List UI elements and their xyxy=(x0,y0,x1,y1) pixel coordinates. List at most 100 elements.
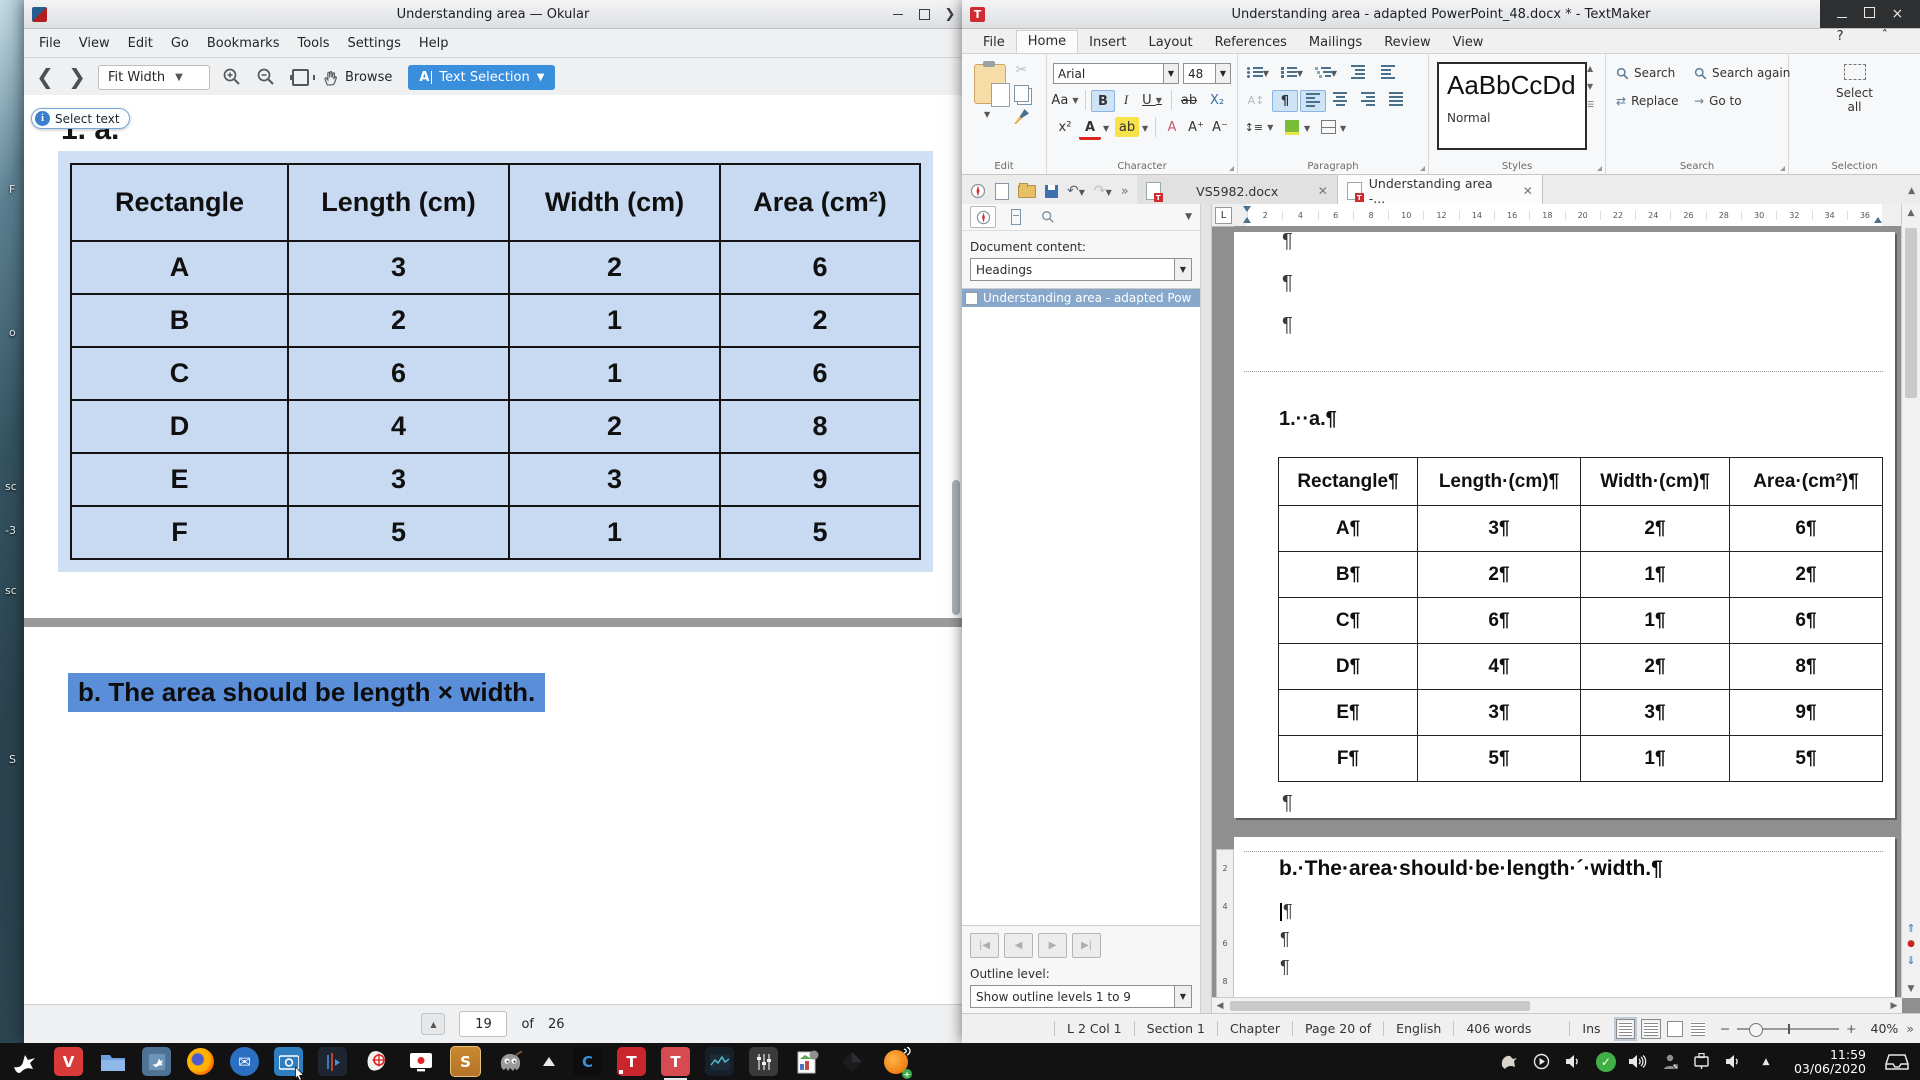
okular-scrollbar-thumb[interactable] xyxy=(952,480,960,615)
tab-home[interactable]: Home xyxy=(1016,30,1078,53)
maximize-button[interactable] xyxy=(918,8,930,20)
menu-view[interactable]: View xyxy=(70,32,119,55)
next-object-button[interactable]: ⇓ xyxy=(1902,953,1920,968)
style-scroll-down-icon[interactable]: ▼ xyxy=(1587,82,1594,91)
content-type-select[interactable]: Headings ▼ xyxy=(970,258,1192,281)
sidebar-tab-search[interactable] xyxy=(1036,207,1060,227)
volume-loud-icon[interactable] xyxy=(1628,1052,1648,1072)
vertical-scrollbar[interactable]: ▲ ⇑ ● ⇓ ▼ xyxy=(1901,204,1920,998)
gimp-icon[interactable] xyxy=(496,1047,525,1076)
font-size-select[interactable]: 48 ▼ xyxy=(1183,63,1231,84)
subscript-button[interactable]: X₂ xyxy=(1205,90,1229,110)
screen-recorder-icon[interactable] xyxy=(406,1047,435,1076)
redo-icon[interactable]: ↷▼ xyxy=(1094,183,1112,199)
media-editor-icon[interactable] xyxy=(318,1047,347,1076)
bullet-list-button[interactable]: ▼ xyxy=(1244,63,1272,83)
tab-references[interactable]: References xyxy=(1204,32,1298,53)
dark-c-app-icon[interactable]: C xyxy=(573,1047,602,1076)
change-case-button[interactable]: Aa ▼ xyxy=(1052,90,1078,110)
textmaker-window-2-icon[interactable]: T xyxy=(661,1047,690,1076)
microphone-muted-icon[interactable] xyxy=(1660,1052,1680,1072)
select-all-button[interactable]: Select all xyxy=(1789,64,1920,114)
right-indent-marker[interactable] xyxy=(1874,217,1882,223)
scroll-left-icon[interactable]: ◀ xyxy=(1212,1001,1228,1011)
textmaker-titlebar[interactable]: T Understanding area - adapted PowerPoin… xyxy=(962,0,1920,29)
area-table[interactable]: Rectangle¶Length·(cm)¶Width·(cm)¶Area·(c… xyxy=(1278,457,1883,782)
messenger-app-icon[interactable] xyxy=(142,1047,171,1076)
sidebar-compass-icon[interactable] xyxy=(970,183,986,199)
horizontal-ruler[interactable]: L 24681012141618202224262830323436 xyxy=(1212,204,1902,227)
replace-button[interactable]: ⇄ Replace xyxy=(1616,94,1679,108)
updates-ok-icon[interactable]: ✓ xyxy=(1596,1052,1616,1072)
next-heading-button[interactable]: ▶ xyxy=(1038,933,1067,958)
language-indicator[interactable]: English xyxy=(1383,1021,1453,1036)
menu-tools[interactable]: Tools xyxy=(288,32,338,55)
heading-list-item[interactable]: Understanding area - adapted Pow xyxy=(962,289,1200,307)
checkbox[interactable] xyxy=(965,292,978,305)
system-monitor-icon[interactable] xyxy=(705,1047,734,1076)
minimize-button[interactable] xyxy=(892,8,904,20)
file-manager-icon[interactable] xyxy=(98,1047,127,1076)
new-document-icon[interactable] xyxy=(995,183,1009,200)
paste-dropdown-icon[interactable]: ▼ xyxy=(984,110,990,119)
menu-go[interactable]: Go xyxy=(162,32,198,55)
clear-formatting-button[interactable]: A xyxy=(1161,117,1183,137)
browse-object-button[interactable]: ● xyxy=(1902,937,1920,952)
scroll-up-icon[interactable]: ▲ xyxy=(1902,208,1920,218)
close-tab-icon[interactable]: ✕ xyxy=(1523,184,1533,198)
shrink-font-button[interactable]: A⁻ xyxy=(1209,117,1231,137)
menu-edit[interactable]: Edit xyxy=(119,32,162,55)
zoom-slider[interactable] xyxy=(1737,1028,1839,1030)
volume-alt-icon[interactable] xyxy=(1724,1052,1744,1072)
maximize-button[interactable] xyxy=(1864,7,1875,21)
okular-document-view[interactable]: 1. a. RectangleLength (cm)Width (cm)Area… xyxy=(24,95,962,1005)
zoom-out-icon[interactable] xyxy=(254,65,278,89)
dialog-launcher-icon[interactable] xyxy=(1420,166,1425,171)
s-editor-icon[interactable]: S xyxy=(450,1046,481,1077)
zoom-mode-select[interactable]: Fit Width ▼ xyxy=(98,65,210,90)
page-indicator[interactable]: Page 20 of xyxy=(1292,1021,1383,1036)
close-tab-icon[interactable]: ✕ xyxy=(1318,184,1328,198)
play-status-icon[interactable] xyxy=(1532,1052,1552,1072)
audio-mixer-icon[interactable] xyxy=(749,1047,778,1076)
tab-review[interactable]: Review xyxy=(1373,32,1441,53)
font-color-button[interactable]: A xyxy=(1079,117,1101,140)
strikethrough-button[interactable]: ab xyxy=(1177,90,1201,110)
tab-mailings[interactable]: Mailings xyxy=(1298,32,1373,53)
numbered-list-button[interactable]: ▼ xyxy=(1278,63,1306,83)
red-v-app-icon[interactable]: V xyxy=(54,1047,83,1076)
screenshot-tool-icon[interactable] xyxy=(274,1047,303,1076)
collapse-ribbon-icon[interactable]: ˆ xyxy=(1871,26,1900,47)
dialog-launcher-icon[interactable] xyxy=(1597,166,1602,171)
more-tools-icon[interactable]: » xyxy=(1121,184,1129,199)
draft-view-icon[interactable] xyxy=(1641,1019,1661,1039)
dove-status-icon[interactable] xyxy=(1500,1052,1520,1072)
select-text-tip-button[interactable]: i Select text xyxy=(31,108,130,129)
shading-dropdown-icon[interactable]: ▼ xyxy=(1304,124,1310,133)
tab-layout[interactable]: Layout xyxy=(1137,32,1203,53)
scroll-right-icon[interactable]: ▶ xyxy=(1886,1001,1902,1011)
left-indent-marker[interactable] xyxy=(1243,217,1251,223)
scrollbar-thumb[interactable] xyxy=(1905,228,1917,398)
tab-insert[interactable]: Insert xyxy=(1078,32,1137,53)
formatting-marks-button[interactable]: ¶ xyxy=(1272,90,1298,112)
align-center-button[interactable] xyxy=(1328,90,1352,110)
align-left-button[interactable] xyxy=(1300,90,1326,112)
vertical-ruler[interactable]: 2468 xyxy=(1216,849,1234,1001)
format-painter-icon[interactable] xyxy=(1014,109,1029,124)
horizontal-scrollbar[interactable]: ◀ ▶ xyxy=(1212,997,1902,1014)
zoom-out-icon[interactable]: − xyxy=(1720,1021,1730,1036)
copy-icon[interactable] xyxy=(1014,85,1029,102)
dialog-launcher-icon[interactable] xyxy=(1780,166,1785,171)
search-button[interactable]: Search xyxy=(1616,66,1675,80)
statusbar-more-icon[interactable]: » xyxy=(1906,1021,1914,1036)
section-indicator[interactable]: Section 1 xyxy=(1134,1021,1217,1036)
zoom-level[interactable]: 40% xyxy=(1871,1021,1899,1036)
style-gallery[interactable]: AaBbCcDd Normal xyxy=(1437,62,1587,150)
scroll-down-icon[interactable]: ▼ xyxy=(1902,984,1920,994)
previous-heading-button[interactable]: ◀ xyxy=(1004,933,1033,958)
sidebar-tab-navigation[interactable] xyxy=(970,206,996,228)
inkscape-icon[interactable] xyxy=(837,1047,866,1076)
chapter-indicator[interactable]: Chapter xyxy=(1217,1021,1292,1036)
clock[interactable]: 11:59 03/06/2020 xyxy=(1794,1048,1866,1076)
